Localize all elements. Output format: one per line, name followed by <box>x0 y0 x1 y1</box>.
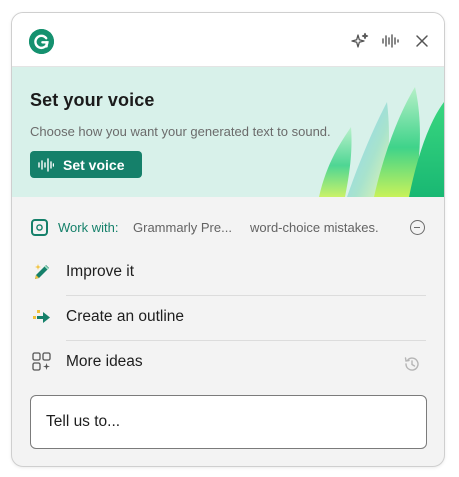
outline-arrow-icon <box>33 310 50 323</box>
set-voice-button[interactable]: Set voice <box>30 151 142 178</box>
set-voice-label: Set voice <box>63 156 125 173</box>
pencil-sparkle-icon <box>35 264 49 279</box>
grammarly-panel: Set your voice Choose how you want your … <box>11 12 445 467</box>
action-more-ideas[interactable]: More ideas <box>12 342 444 382</box>
voice-waveform-icon[interactable] <box>381 32 399 50</box>
prompt-input[interactable]: Tell us to... <box>30 395 427 449</box>
action-create-outline[interactable]: Create an outline <box>12 297 444 337</box>
panel-header <box>12 13 444 67</box>
close-icon[interactable] <box>413 32 431 50</box>
voice-waveform-icon <box>38 157 54 172</box>
divider <box>66 295 426 296</box>
divider <box>66 340 426 341</box>
work-with-label: Work with: <box>58 220 119 235</box>
prompt-input-text: Tell us to... <box>46 413 121 430</box>
voice-art-graphic <box>319 87 444 197</box>
sparkle-icon[interactable] <box>351 32 369 50</box>
work-with-row: Work with: Grammarly Pre... word-choice … <box>12 216 444 238</box>
banner-title: Set your voice <box>30 90 155 110</box>
scan-text-icon <box>31 219 48 236</box>
action-improve-it[interactable]: Improve it <box>12 252 444 292</box>
banner-description: Choose how you want your generated text … <box>30 124 331 139</box>
remove-context-icon[interactable] <box>410 220 425 235</box>
history-icon[interactable] <box>403 355 421 373</box>
grammarly-logo <box>29 29 54 54</box>
set-voice-banner: Set your voice Choose how you want your … <box>12 67 444 197</box>
action-label: Create an outline <box>66 308 185 325</box>
grid-ideas-icon <box>32 352 51 371</box>
work-with-document[interactable]: Grammarly Pre... <box>133 220 232 235</box>
action-label: More ideas <box>66 353 143 370</box>
action-label: Improve it <box>66 263 135 280</box>
work-with-focus[interactable]: word-choice mistakes. <box>250 220 379 235</box>
